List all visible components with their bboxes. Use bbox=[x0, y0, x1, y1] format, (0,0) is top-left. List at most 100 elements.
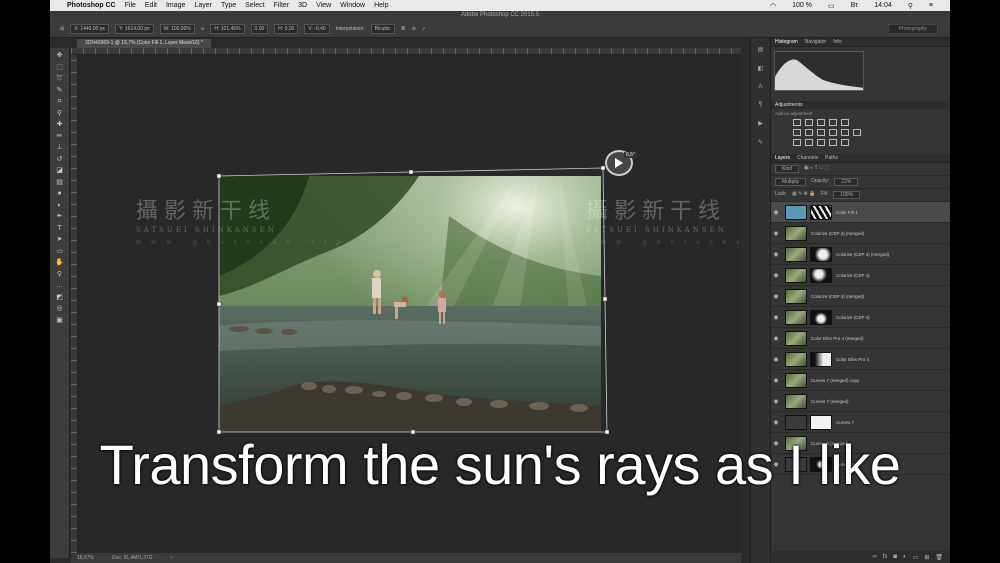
h-skew-field[interactable]: H: 0,00 bbox=[274, 23, 299, 34]
tab-channels[interactable]: Channels bbox=[797, 154, 818, 162]
layer-name[interactable]: Colorize (CEP 4) bbox=[836, 315, 870, 320]
layer-row[interactable]: ◉ Color Efex Pro 4 (merged) bbox=[771, 328, 950, 349]
layer-name[interactable]: Curves 7 (merged) copy bbox=[811, 378, 859, 383]
photo-filter-icon[interactable] bbox=[829, 129, 837, 136]
height-field[interactable]: H: 101,45% bbox=[210, 23, 245, 34]
tab-navigator[interactable]: Navigator bbox=[805, 38, 826, 46]
tab-layers[interactable]: Layers bbox=[775, 154, 790, 162]
clone-stamp-icon[interactable]: ⊥ bbox=[55, 144, 65, 152]
curves-icon[interactable] bbox=[817, 119, 825, 126]
marquee-tool-icon[interactable]: ⬚ bbox=[55, 64, 65, 72]
trash-icon[interactable]: 🗑 bbox=[935, 554, 943, 561]
lasso-tool-icon[interactable]: ➰ bbox=[55, 75, 65, 83]
menu-edit[interactable]: Edit bbox=[145, 2, 157, 9]
exposure-icon[interactable] bbox=[829, 119, 837, 126]
posterize-icon[interactable] bbox=[805, 139, 813, 146]
fx-icon[interactable]: fx bbox=[883, 554, 888, 560]
hue-sat-icon[interactable] bbox=[793, 129, 801, 136]
layer-mask[interactable] bbox=[810, 351, 832, 367]
layer-name[interactable]: Curves 7 (merged) bbox=[811, 399, 849, 404]
eye-icon[interactable]: ◉ bbox=[771, 398, 781, 405]
brightness-icon[interactable] bbox=[793, 119, 801, 126]
menu-file[interactable]: File bbox=[125, 2, 136, 9]
channel-mixer-icon[interactable] bbox=[841, 129, 849, 136]
eye-icon[interactable]: ◉ bbox=[771, 335, 781, 342]
eye-icon[interactable]: ◉ bbox=[771, 272, 781, 279]
interpolation-select[interactable]: Bicubic bbox=[370, 23, 395, 34]
kind-filter[interactable]: Kind bbox=[775, 165, 800, 173]
layer-mask[interactable] bbox=[810, 309, 832, 325]
layer-mask[interactable] bbox=[810, 204, 832, 220]
layer-name[interactable]: Colorize (CEP 4) (merged) bbox=[811, 294, 864, 299]
quick-select-icon[interactable]: ✎ bbox=[55, 87, 65, 95]
menu-list-icon[interactable]: ≡ bbox=[929, 2, 933, 9]
wifi-icon[interactable]: ◠ bbox=[770, 2, 776, 10]
clock-day[interactable]: Вт bbox=[851, 2, 859, 9]
group-icon[interactable]: ▭ bbox=[913, 554, 919, 561]
menu-3d[interactable]: 3D bbox=[298, 2, 307, 9]
fill-field[interactable]: 100% bbox=[833, 191, 861, 199]
clock-time[interactable]: 14:04 bbox=[874, 2, 892, 9]
eye-icon[interactable]: ◉ bbox=[771, 377, 781, 384]
menu-view[interactable]: View bbox=[316, 2, 331, 9]
menu-image[interactable]: Image bbox=[166, 2, 185, 9]
hand-tool-icon[interactable]: ✋ bbox=[55, 259, 65, 267]
character-panel-icon[interactable]: A bbox=[758, 84, 762, 90]
layer-row[interactable]: ◉ Colorize (CEP 4) bbox=[771, 307, 950, 328]
v-skew-field[interactable]: V: -0,40 bbox=[304, 23, 330, 34]
lock-icons[interactable]: ▦ ✎ ✥ 🔒 bbox=[792, 191, 816, 199]
layer-row[interactable]: ◉ Colorize (CEP 4) (merged) bbox=[771, 223, 950, 244]
layer-row[interactable]: ◉ Colorize (CEP 4) (merged) bbox=[771, 286, 950, 307]
horizontal-ruler[interactable] bbox=[71, 48, 741, 55]
black-white-icon[interactable] bbox=[817, 129, 825, 136]
layer-mask[interactable] bbox=[810, 414, 832, 430]
workspace-select[interactable]: Photography bbox=[887, 24, 938, 34]
brush-tool-icon[interactable]: ✏ bbox=[55, 133, 65, 141]
history-panel-icon[interactable]: ▤ bbox=[758, 46, 764, 53]
path-select-icon[interactable]: ➤ bbox=[55, 236, 65, 244]
gradient-icon[interactable]: ▤ bbox=[55, 179, 65, 187]
layer-row[interactable]: ◉ Curves 7 (merged) copy bbox=[771, 370, 950, 391]
zoom-level[interactable]: 16,67% bbox=[77, 555, 94, 561]
opacity-field[interactable]: 22% bbox=[834, 178, 859, 186]
layer-mask[interactable] bbox=[810, 267, 832, 283]
width-field[interactable]: W: 100,00% bbox=[159, 23, 195, 34]
search-icon[interactable]: ⚲ bbox=[908, 2, 913, 10]
paragraph-panel-icon[interactable]: ¶ bbox=[759, 102, 762, 108]
tab-info[interactable]: Info bbox=[833, 38, 841, 46]
move-tool-icon[interactable]: ✥ bbox=[55, 52, 65, 60]
shape-tool-icon[interactable]: ▭ bbox=[55, 248, 65, 256]
app-menu[interactable]: Photoshop CC bbox=[67, 2, 116, 9]
menu-layer[interactable]: Layer bbox=[194, 2, 212, 9]
menu-select[interactable]: Select bbox=[245, 2, 264, 9]
type-tool-icon[interactable]: T bbox=[55, 225, 65, 233]
pen-tool-icon[interactable]: ✒ bbox=[55, 213, 65, 221]
eye-icon[interactable]: ◉ bbox=[771, 314, 781, 321]
eye-icon[interactable]: ◉ bbox=[771, 293, 781, 300]
properties-panel-icon[interactable]: ◧ bbox=[758, 65, 764, 72]
brush-panel-icon[interactable]: ✎ bbox=[758, 139, 763, 146]
layer-row[interactable]: ◉ Color Fill 1 bbox=[771, 202, 950, 223]
menu-help[interactable]: Help bbox=[374, 2, 388, 9]
layer-name[interactable]: Color Efex Pro 4 bbox=[836, 357, 869, 362]
angle-field[interactable]: 0,00 bbox=[250, 23, 269, 34]
zoom-tool-icon[interactable]: ⚲ bbox=[55, 271, 65, 279]
menu-type[interactable]: Type bbox=[221, 2, 236, 9]
vibrance-icon[interactable] bbox=[841, 119, 849, 126]
invert-icon[interactable] bbox=[793, 139, 801, 146]
link-icon[interactable]: ∞ bbox=[201, 26, 205, 32]
more-tools-icon[interactable]: … bbox=[55, 282, 65, 290]
eye-icon[interactable]: ◉ bbox=[771, 251, 781, 258]
eye-icon[interactable]: ◉ bbox=[771, 230, 781, 237]
eyedropper-icon[interactable]: ⚲ bbox=[55, 110, 65, 118]
adjustment-layer-icon[interactable]: ◐ bbox=[903, 554, 907, 560]
layer-row[interactable]: ◉ Color Efex Pro 4 bbox=[771, 349, 950, 370]
warp-icon[interactable]: ⌘ bbox=[401, 26, 406, 32]
layer-name[interactable]: Colorize (CEP 4) (merged) bbox=[811, 231, 864, 236]
x-field[interactable]: X: 1449,00 px bbox=[70, 23, 110, 34]
layer-name[interactable]: Colorize (CEP 4) (merged) bbox=[836, 252, 889, 257]
filter-icons[interactable]: ▣ ◐ T ▭ ⬚ bbox=[804, 165, 830, 173]
cancel-transform-icon[interactable]: ⊘ bbox=[412, 26, 416, 32]
crop-tool-icon[interactable]: ⌗ bbox=[55, 98, 65, 106]
layer-name[interactable]: Curves 7 bbox=[836, 420, 854, 425]
